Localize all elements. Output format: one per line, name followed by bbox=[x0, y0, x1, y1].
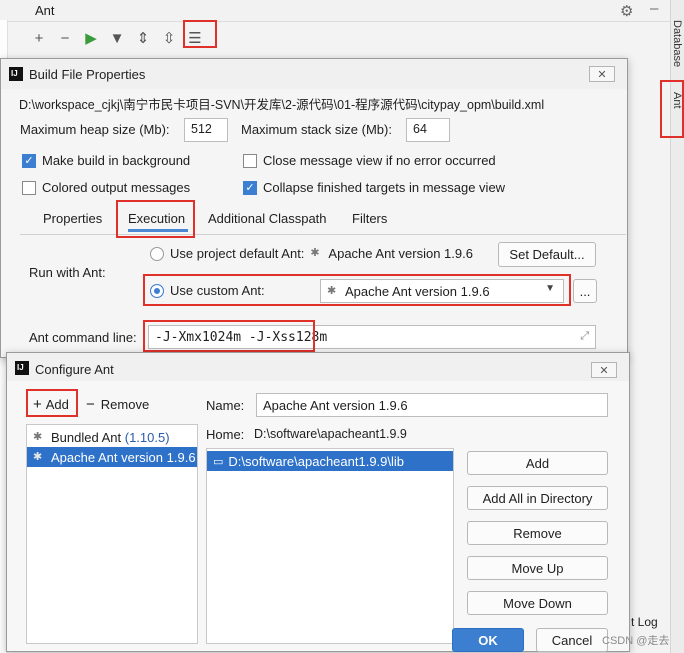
collapse-all-icon[interactable]: ⇳ bbox=[158, 27, 180, 49]
add-ant-label: Add bbox=[45, 397, 69, 412]
ant-command-field[interactable]: -J-Xmx1024m -J-Xss128m ⤢ bbox=[148, 325, 596, 349]
cancel-button[interactable]: Cancel bbox=[536, 628, 608, 652]
expand-all-icon[interactable]: ⇕ bbox=[132, 27, 154, 49]
max-heap-field[interactable]: 512 bbox=[184, 118, 228, 142]
home-path: D:\software\apacheant1.9.9 bbox=[254, 427, 407, 441]
ant-name: Apache Ant version 1.9.6 bbox=[51, 449, 196, 465]
max-stack-label: Maximum stack size (Mb): bbox=[241, 122, 392, 137]
name-label: Name: bbox=[206, 398, 245, 413]
dialog-title: Build File Properties bbox=[29, 67, 146, 82]
build-file-path: D:\workspace_cjkj\南宁市民卡项目-SVN\开发库\2-源代码\… bbox=[19, 98, 545, 112]
dialog-title: Configure Ant bbox=[35, 362, 114, 377]
minus-icon: − bbox=[86, 396, 95, 413]
expand-icon[interactable]: ⤢ bbox=[580, 329, 589, 343]
radio-unselected-icon bbox=[150, 246, 164, 261]
colored-output-checkbox[interactable]: Colored output messages bbox=[22, 180, 190, 195]
settings-icon[interactable]: ⚙ bbox=[620, 2, 633, 20]
ant-icon: ✱ bbox=[310, 247, 320, 259]
ant-toolbar: + − ▶ ▼ ⇕ ⇳ ☰ bbox=[28, 24, 206, 52]
colored-output-label: Colored output messages bbox=[42, 180, 191, 195]
move-down-button[interactable]: Move Down bbox=[467, 591, 608, 615]
set-default-button[interactable]: Set Default... bbox=[498, 242, 596, 267]
plus-icon: + bbox=[33, 396, 42, 413]
ant-side-tab[interactable]: Ant bbox=[671, 92, 683, 109]
browse-ant-button[interactable]: ... bbox=[573, 279, 597, 303]
dialog-title-bar: IJ Configure Ant ✕ bbox=[7, 353, 629, 381]
move-up-button[interactable]: Move Up bbox=[467, 556, 608, 580]
remove-ant-button[interactable]: − Remove bbox=[86, 396, 149, 413]
dialog-title-bar: IJ Build File Properties ✕ bbox=[1, 59, 627, 89]
intellij-logo-icon: IJ bbox=[15, 361, 29, 375]
ant-icon: ✱ bbox=[33, 430, 43, 443]
checkbox-unchecked-icon bbox=[243, 153, 257, 168]
close-message-view-checkbox[interactable]: Close message view if no error occurred bbox=[243, 153, 496, 168]
tabs-divider bbox=[20, 234, 626, 235]
use-custom-ant-radio[interactable]: Use custom Ant: bbox=[150, 283, 265, 298]
ant-list: ✱ Bundled Ant (1.10.5) ✱ Apache Ant vers… bbox=[26, 424, 198, 644]
ant-command-value: -J-Xmx1024m -J-Xss128m bbox=[155, 329, 328, 345]
minimize-icon[interactable]: – bbox=[650, 0, 658, 17]
database-side-tab[interactable]: Database bbox=[671, 20, 683, 67]
remove-classpath-button[interactable]: Remove bbox=[467, 521, 608, 545]
make-background-checkbox[interactable]: ✓ Make build in background bbox=[22, 153, 190, 168]
chevron-down-icon: ▼ bbox=[545, 283, 555, 294]
properties-icon[interactable]: ☰ bbox=[184, 27, 206, 49]
use-project-default-radio[interactable]: Use project default Ant: ✱ Apache Ant ve… bbox=[150, 246, 473, 261]
make-background-label: Make build in background bbox=[42, 153, 191, 168]
checkbox-checked-icon: ✓ bbox=[22, 153, 36, 168]
classpath-entry: D:\software\apacheant1.9.9\lib bbox=[228, 453, 405, 469]
list-item[interactable]: ✱ Apache Ant version 1.9.6 bbox=[27, 447, 197, 467]
ant-window-title: Ant bbox=[35, 3, 55, 18]
list-item[interactable]: ▭ D:\software\apacheant1.9.9\lib bbox=[207, 451, 453, 471]
run-icon[interactable]: ▶ bbox=[80, 27, 102, 49]
use-project-default-label: Use project default Ant: bbox=[170, 246, 305, 261]
classpath-list: ▭ D:\software\apacheant1.9.9\lib bbox=[206, 448, 454, 644]
ant-icon: ✱ bbox=[33, 450, 43, 463]
remove-ant-label: Remove bbox=[100, 397, 150, 412]
add-classpath-button[interactable]: Add bbox=[467, 451, 608, 475]
tab-properties[interactable]: Properties bbox=[43, 206, 102, 232]
collapse-finished-checkbox[interactable]: ✓ Collapse finished targets in message v… bbox=[243, 180, 505, 195]
event-log-tab[interactable]: t Log bbox=[631, 615, 658, 629]
close-icon[interactable]: ✕ bbox=[591, 362, 617, 378]
run-with-ant-label: Run with Ant: bbox=[29, 265, 106, 280]
add-all-in-directory-button[interactable]: Add All in Directory bbox=[467, 486, 608, 510]
ant-name: Bundled Ant bbox=[51, 429, 122, 445]
list-item[interactable]: ✱ Bundled Ant (1.10.5) bbox=[27, 427, 197, 447]
max-heap-label: Maximum heap size (Mb): bbox=[20, 122, 170, 137]
close-message-view-label: Close message view if no error occurred bbox=[263, 153, 496, 168]
default-ant-version: Apache Ant version 1.9.6 bbox=[328, 246, 473, 261]
tab-additional-classpath[interactable]: Additional Classpath bbox=[208, 206, 327, 232]
radio-selected-icon bbox=[150, 283, 164, 298]
tab-filters[interactable]: Filters bbox=[352, 206, 387, 232]
checkbox-unchecked-icon bbox=[22, 180, 36, 195]
filter-icon[interactable]: ▼ bbox=[106, 27, 128, 49]
collapse-finished-label: Collapse finished targets in message vie… bbox=[263, 180, 506, 195]
ant-icon: ✱ bbox=[327, 284, 337, 297]
max-stack-field[interactable]: 64 bbox=[406, 118, 450, 142]
folder-icon: ▭ bbox=[213, 455, 224, 468]
remove-icon[interactable]: − bbox=[54, 27, 76, 49]
checkbox-checked-icon: ✓ bbox=[243, 180, 257, 195]
custom-ant-select[interactable]: ✱ Apache Ant version 1.9.6 ▼ bbox=[320, 279, 564, 303]
add-ant-button[interactable]: + Add bbox=[33, 396, 69, 413]
close-icon[interactable]: ✕ bbox=[589, 66, 615, 82]
home-label: Home: bbox=[206, 427, 245, 442]
use-custom-ant-label: Use custom Ant: bbox=[170, 283, 265, 298]
ant-version: (1.10.5) bbox=[124, 429, 170, 445]
ant-tool-window-header: Ant ⚙ – bbox=[0, 0, 670, 22]
name-field[interactable]: Apache Ant version 1.9.6 bbox=[256, 393, 608, 417]
add-icon[interactable]: + bbox=[28, 27, 50, 49]
watermark: CSDN @走去 bbox=[602, 635, 670, 647]
ant-command-label: Ant command line: bbox=[29, 330, 137, 345]
intellij-logo-icon: IJ bbox=[9, 67, 23, 81]
tab-execution[interactable]: Execution bbox=[128, 206, 188, 232]
custom-ant-version: Apache Ant version 1.9.6 bbox=[345, 283, 490, 299]
ok-button[interactable]: OK bbox=[452, 628, 524, 652]
right-tool-bar: Database Ant bbox=[670, 0, 684, 653]
